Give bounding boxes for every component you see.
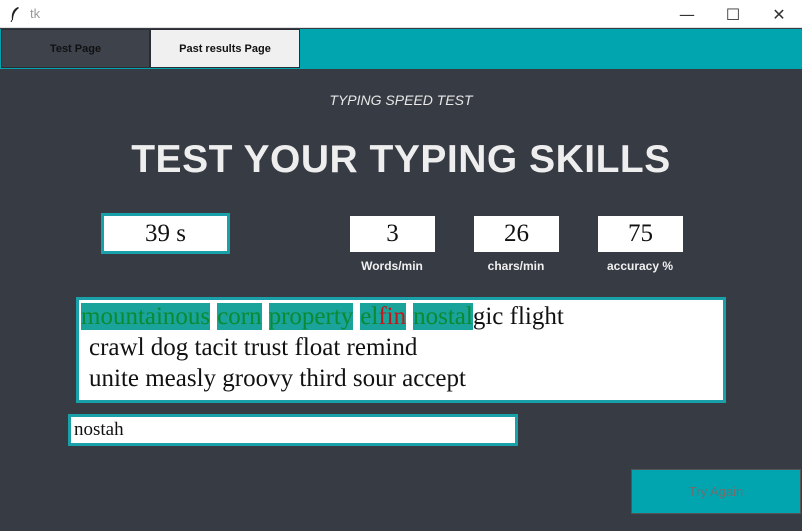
window-title: tk: [30, 6, 41, 21]
accuracy-value: 75: [598, 216, 683, 252]
typed-word-incorrect-part: fin: [378, 303, 407, 330]
current-word-typed: nostal: [413, 303, 473, 330]
tab-strip: Test Page Past results Page: [0, 29, 802, 69]
close-button[interactable]: ✕: [756, 0, 802, 28]
page-subtitle: TYPING SPEED TEST: [329, 92, 473, 108]
feather-icon: [10, 7, 19, 22]
try-again-button[interactable]: Try Again: [631, 469, 801, 514]
words-per-min-label: Words/min: [361, 259, 423, 273]
tab-test-page[interactable]: Test Page: [1, 29, 150, 68]
window-titlebar: tk — ☐ ✕: [0, 0, 802, 28]
accuracy-label: accuracy %: [606, 259, 674, 273]
typed-word-correct: property: [268, 303, 354, 330]
passage-line-1: mountainous corn property elfin nostalgic fl…: [81, 302, 564, 332]
typing-input[interactable]: [68, 414, 518, 446]
tab-past-results-page[interactable]: Past results Page: [150, 29, 300, 68]
minimize-button[interactable]: —: [664, 0, 710, 28]
typed-word-correct: corn: [217, 303, 262, 330]
words-per-min-value: 3: [350, 216, 435, 252]
chars-per-min-label: chars/min: [487, 259, 545, 273]
typed-word-correct: mountainous: [81, 303, 211, 330]
current-word-remaining: gic: [472, 303, 504, 330]
passage-text-box: mountainous corn property elfin nostalgic fl…: [76, 297, 726, 403]
maximize-button[interactable]: ☐: [710, 0, 756, 28]
passage-line-2: crawl dog tacit trust float remind: [89, 334, 418, 361]
page-title: TEST YOUR TYPING SKILLS: [131, 138, 671, 181]
passage-line-1-rest: flight: [503, 303, 564, 330]
chars-per-min-value: 26: [474, 216, 559, 252]
passage-line-3: unite measly groovy third sour accept: [89, 365, 466, 392]
typed-word-correct-part: el: [360, 303, 379, 330]
timer-display: 39 s: [101, 213, 230, 254]
